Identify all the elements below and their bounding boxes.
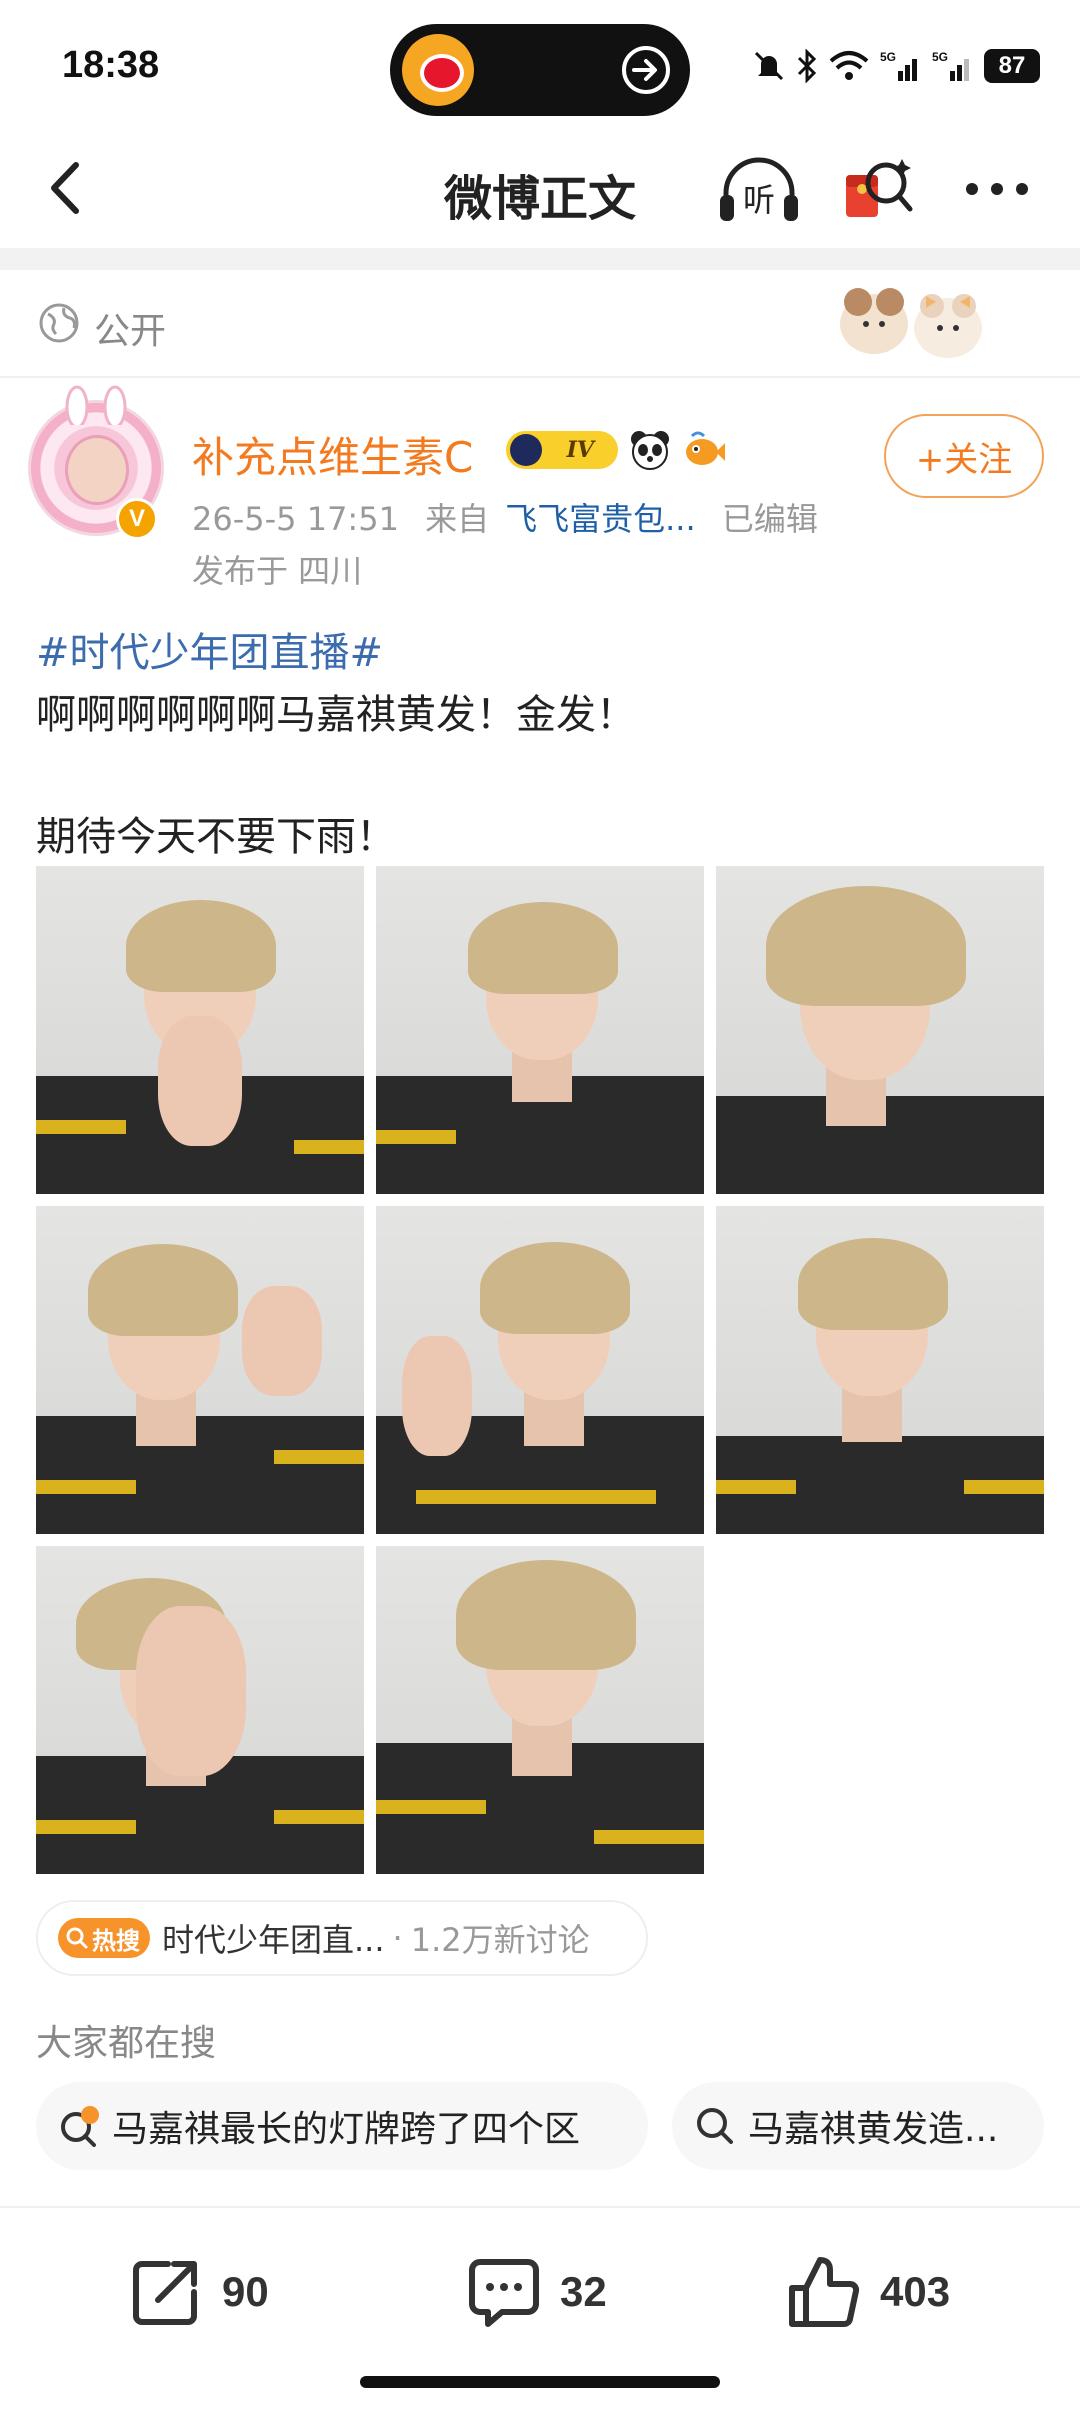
hot-search-icon: [61, 2106, 99, 2147]
like-count: 403: [880, 2268, 951, 2315]
author-badges: IV: [506, 428, 726, 472]
dynamic-island[interactable]: [390, 24, 690, 116]
red-packet-search-icon[interactable]: [842, 153, 916, 227]
listen-headphones-icon[interactable]: 听: [716, 155, 802, 225]
edited-label[interactable]: 已编辑: [722, 500, 818, 538]
repost-icon: [133, 2261, 197, 2325]
home-indicator[interactable]: [360, 2376, 720, 2388]
hashtag-link[interactable]: #时代少年团直播#: [36, 620, 383, 678]
thumbs-up-icon: [789, 2257, 860, 2327]
post-text-line-3: 期待今天不要下雨！: [36, 814, 396, 860]
battery-indicator: 87: [984, 49, 1040, 83]
section-divider: [0, 248, 1080, 270]
search-suggestion-2-text: 马嘉祺黄发造...: [748, 2109, 999, 2150]
wifi-icon: [829, 51, 869, 80]
orange-fish-icon: [686, 431, 725, 465]
weibo-logo-icon: [402, 34, 474, 106]
signal-5g-icon: 5G: [880, 50, 917, 81]
status-time: 18:38: [62, 44, 160, 86]
like-button[interactable]: 403: [786, 2252, 950, 2332]
hot-search-topic: 时代少年团直...: [162, 1921, 385, 1959]
post-time: 26-5-5 17:51: [192, 500, 399, 538]
source-prefix: 来自: [425, 500, 490, 538]
post-image-4[interactable]: [36, 1206, 364, 1534]
post-text-line-1: 啊啊啊啊啊啊马嘉祺黄发！金发！: [36, 692, 636, 738]
repost-button[interactable]: 90: [128, 2252, 269, 2332]
post-image-3[interactable]: [716, 866, 1044, 1194]
mute-icon: [754, 51, 784, 81]
post-image-2[interactable]: [376, 866, 704, 1194]
status-bar: 18:38 5G 5G 87: [0, 0, 1080, 135]
svg-text:5G: 5G: [880, 50, 896, 64]
post-image-1[interactable]: [36, 866, 364, 1194]
hot-search-count: 1.2万新讨论: [410, 1921, 590, 1959]
follow-button[interactable]: +关注: [884, 414, 1044, 498]
listen-label: 听: [743, 181, 775, 219]
post-source-link[interactable]: 飞飞富贵包...: [505, 500, 696, 538]
post-image-6[interactable]: [716, 1206, 1044, 1534]
bottom-action-bar: 90 32 403: [0, 2208, 1080, 2368]
panda-icon: [631, 431, 669, 470]
search-icon: [697, 2108, 733, 2144]
comment-button[interactable]: 32: [466, 2252, 607, 2332]
search-icon: [66, 1927, 88, 1949]
search-suggestion-2[interactable]: 马嘉祺黄发造...: [672, 2082, 1044, 2170]
hot-search-pill[interactable]: 热搜 时代少年团直... · 1.2万新讨论: [36, 1900, 648, 1976]
enter-app-icon: [622, 46, 670, 94]
status-icons: 5G 5G 87: [752, 46, 1040, 86]
verified-badge-icon: V: [116, 498, 158, 540]
top-nav-bar: 微博正文 听: [0, 135, 1080, 245]
visibility-label: 公开: [94, 311, 167, 352]
svg-text:5G: 5G: [932, 50, 948, 64]
bluetooth-icon: [797, 49, 817, 83]
sheep-sticker-icon: [840, 288, 982, 358]
avatar-face: [65, 435, 129, 505]
page-title: 微博正文: [443, 171, 636, 227]
more-options-icon[interactable]: [962, 179, 1032, 199]
comment-count: 32: [560, 2268, 607, 2315]
visibility-row: 公开: [0, 270, 1080, 378]
post-meta: 26-5-5 17:51 来自 飞飞富贵包... 已编辑: [192, 494, 834, 540]
fan-club-logo-icon: [510, 434, 542, 466]
post-image-7[interactable]: [36, 1546, 364, 1874]
fan-level-badge[interactable]: IV: [506, 431, 618, 469]
search-suggestion-1[interactable]: 马嘉祺最长的灯牌跨了四个区: [36, 2082, 648, 2170]
hot-search-separator: ·: [392, 1919, 403, 1957]
everyone-searching-title: 大家都在搜: [36, 2023, 217, 2064]
fan-level-text: IV: [566, 437, 594, 463]
repost-count: 90: [222, 2268, 269, 2315]
author-name[interactable]: 补充点维生素C: [192, 424, 473, 485]
hot-search-tag: 热搜: [58, 1918, 150, 1958]
post-image-8[interactable]: [376, 1546, 704, 1874]
comment-icon: [469, 2259, 539, 2327]
post-image-5[interactable]: [376, 1206, 704, 1534]
signal-5g-icon: 5G: [932, 50, 969, 81]
post-location: 发布于 四川: [192, 552, 363, 590]
hot-search-tag-label: 热搜: [92, 1926, 140, 1955]
globe-icon: [39, 303, 79, 343]
search-suggestion-1-text: 马嘉祺最长的灯牌跨了四个区: [112, 2109, 581, 2150]
bunny-ears-icon: [65, 385, 127, 425]
